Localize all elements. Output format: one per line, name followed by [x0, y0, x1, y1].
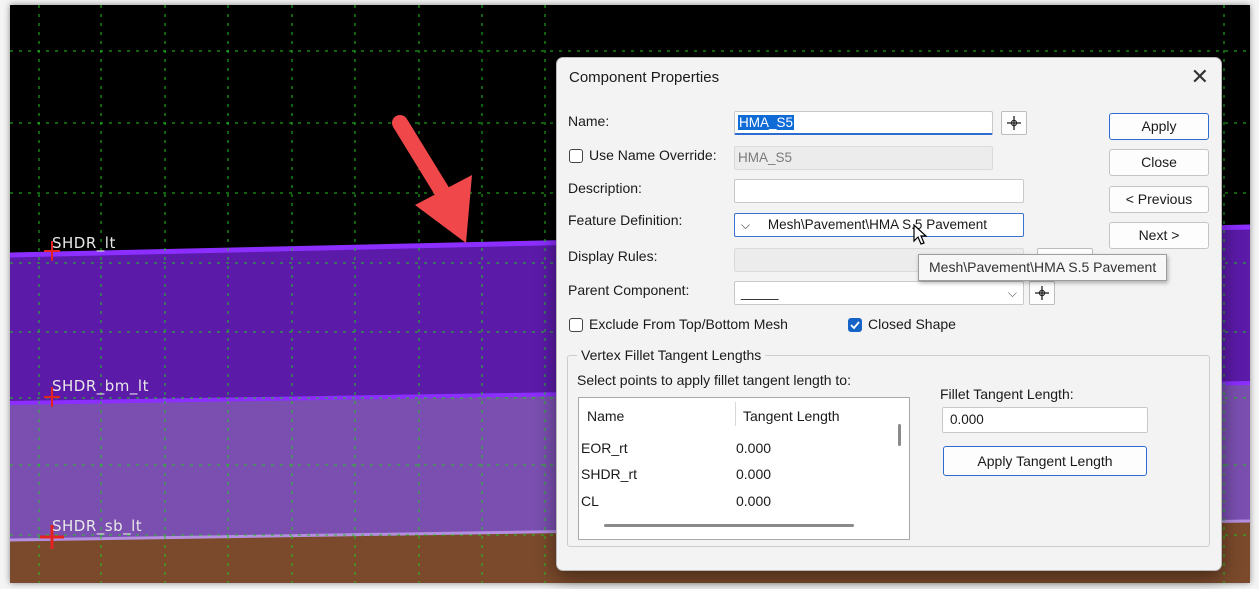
red-arrow-icon	[392, 115, 472, 243]
use-name-override-label: Use Name Override:	[589, 147, 717, 163]
feature-definition-combo[interactable]: ⌵ Mesh\Pavement\HMA S.5 Pavement	[734, 213, 1024, 237]
feature-definition-tooltip: Mesh\Pavement\HMA S.5 Pavement	[918, 254, 1168, 281]
table-row-name[interactable]: SHDR_rt	[581, 466, 637, 482]
crosshair-icon	[1007, 116, 1021, 130]
label-shdr-lt: SHDR_lt	[52, 234, 116, 252]
feature-definition-value: Mesh\Pavement\HMA S.5 Pavement	[767, 217, 987, 232]
horizontal-scrollbar[interactable]	[604, 524, 854, 527]
fillet-tangent-length-label: Fillet Tangent Length:	[940, 386, 1074, 402]
name-pick-button[interactable]	[1001, 111, 1027, 135]
closed-shape-checkbox[interactable]	[848, 318, 862, 332]
vertical-scrollbar[interactable]	[898, 424, 901, 446]
label-shdr-sb-lt: SHDR_sb_lt	[52, 517, 143, 535]
previous-button[interactable]: < Previous	[1109, 186, 1209, 213]
column-separator[interactable]	[735, 402, 736, 426]
close-button[interactable]: Close	[1109, 149, 1209, 176]
description-input[interactable]	[734, 179, 1024, 203]
feature-definition-label: Feature Definition:	[568, 212, 683, 228]
next-button[interactable]: Next >	[1109, 222, 1209, 249]
parent-component-combo[interactable]: _____ ⌵	[734, 281, 1024, 305]
name-label: Name:	[568, 113, 610, 129]
use-name-override-checkbox[interactable]	[569, 149, 583, 163]
parent-pick-button[interactable]	[1029, 281, 1055, 305]
fillet-tangent-length-input[interactable]: 0.000	[942, 407, 1148, 433]
table-row-length[interactable]: 0.000	[736, 466, 771, 482]
vertex-fillet-group-title: Vertex Fillet Tangent Lengths	[577, 347, 766, 363]
column-header-tangent-length[interactable]: Tangent Length	[743, 408, 840, 424]
table-row-length[interactable]: 0.000	[736, 440, 771, 456]
apply-button[interactable]: Apply	[1109, 113, 1209, 140]
component-properties-dialog: Component Properties ✕ Name: HMA_S5 Use …	[556, 57, 1222, 571]
table-row-name[interactable]: CL	[581, 493, 599, 509]
chevron-down-icon: ⌵	[741, 218, 751, 232]
checkmark-icon	[850, 321, 860, 330]
label-shdr-bm-lt: SHDR_bm_lt	[52, 377, 149, 395]
parent-component-value: _____	[741, 285, 779, 300]
mouse-cursor-icon	[913, 223, 929, 251]
vertex-table[interactable]: Name Tangent Length EOR_rt 0.000 SHDR_rt…	[578, 397, 910, 540]
apply-tangent-length-button[interactable]: Apply Tangent Length	[943, 446, 1147, 476]
column-header-name[interactable]: Name	[587, 408, 624, 424]
closed-shape-label: Closed Shape	[868, 316, 956, 332]
parent-component-label: Parent Component:	[568, 282, 690, 298]
name-override-input[interactable]: HMA_S5	[734, 146, 993, 170]
name-input[interactable]: HMA_S5	[734, 111, 993, 135]
exclude-mesh-checkbox[interactable]	[569, 318, 583, 332]
table-row-length[interactable]: 0.000	[736, 493, 771, 509]
dialog-title: Component Properties	[569, 69, 720, 86]
vertex-instruction: Select points to apply fillet tangent le…	[577, 372, 851, 388]
description-label: Description:	[568, 180, 642, 196]
crosshair-icon	[1035, 286, 1049, 300]
name-input-value: HMA_S5	[738, 115, 795, 130]
table-row-name[interactable]: EOR_rt	[581, 440, 628, 456]
exclude-mesh-label: Exclude From Top/Bottom Mesh	[589, 316, 788, 332]
chevron-down-icon: ⌵	[1007, 286, 1017, 300]
close-icon[interactable]: ✕	[1191, 64, 1209, 90]
display-rules-label: Display Rules:	[568, 248, 658, 264]
